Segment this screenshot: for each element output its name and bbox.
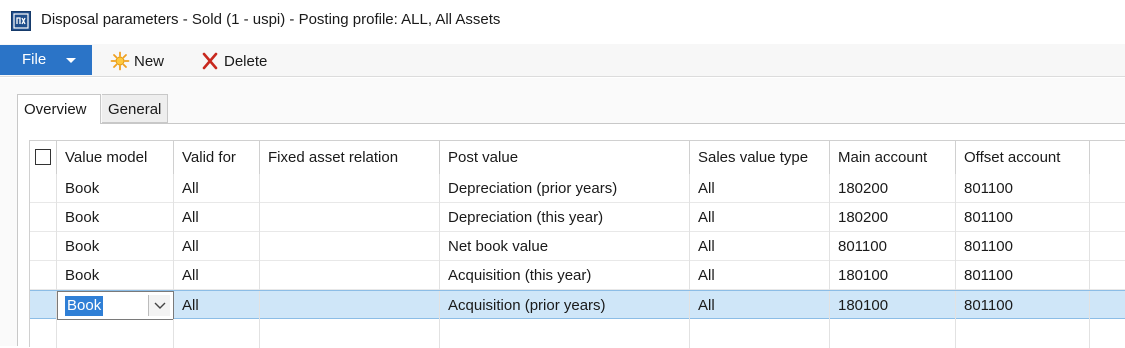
empty-cell xyxy=(690,319,830,348)
cell-main-account[interactable]: 180100 xyxy=(830,261,956,290)
cell-main-account[interactable]: 180200 xyxy=(830,203,956,232)
cell-value-model[interactable]: Book xyxy=(57,174,174,203)
row-selector[interactable] xyxy=(30,174,57,203)
select-all-checkbox[interactable] xyxy=(35,149,51,165)
cell-post-value[interactable]: Acquisition (prior years) xyxy=(440,291,690,320)
cell-valid-for[interactable]: All xyxy=(174,261,260,290)
file-menu-button[interactable]: File xyxy=(0,45,92,75)
chevron-down-icon[interactable] xyxy=(148,295,170,316)
row-selector[interactable] xyxy=(30,291,57,320)
empty-cell xyxy=(440,319,690,348)
cell-value-model[interactable]: Book xyxy=(57,203,174,232)
cell-value-model[interactable]: Book xyxy=(57,261,174,290)
table-row-selected[interactable]: Book All Acquisition (prior years) All 1… xyxy=(30,290,1125,320)
title-bar: Disposal parameters - Sold (1 - uspi) - … xyxy=(0,0,1125,44)
new-sun-icon xyxy=(110,51,130,71)
cell-fixed-asset-relation[interactable] xyxy=(260,203,440,232)
cell-fixed-asset-relation[interactable] xyxy=(260,291,440,320)
new-button-label: New xyxy=(134,52,165,70)
row-selector xyxy=(30,319,57,348)
file-menu-label: File xyxy=(22,51,47,68)
cell-post-value[interactable]: Net book value xyxy=(440,232,690,261)
cell-fixed-asset-relation[interactable] xyxy=(260,174,440,203)
table-row[interactable]: Book All Depreciation (this year) All 18… xyxy=(30,203,1125,232)
overview-panel: Value model Valid for Fixed asset relati… xyxy=(17,123,1125,348)
value-model-select[interactable]: Book xyxy=(57,291,174,320)
column-header-main-account[interactable]: Main account xyxy=(830,141,956,174)
row-selector[interactable] xyxy=(30,261,57,290)
cell-sales-value-type[interactable]: All xyxy=(690,291,830,320)
empty-cell xyxy=(174,319,260,348)
cell-fixed-asset-relation[interactable] xyxy=(260,261,440,290)
row-selector[interactable] xyxy=(30,203,57,232)
cell-sales-value-type[interactable]: All xyxy=(690,203,830,232)
empty-cell xyxy=(260,319,440,348)
disposal-parameters-grid: Value model Valid for Fixed asset relati… xyxy=(29,140,1125,348)
table-row[interactable]: Book All Net book value All 801100 80110… xyxy=(30,232,1125,261)
cell-main-account[interactable]: 801100 xyxy=(830,232,956,261)
new-button[interactable]: New xyxy=(110,49,164,73)
cell-sales-value-type[interactable]: All xyxy=(690,174,830,203)
empty-cell xyxy=(57,319,174,348)
window-title: Disposal parameters - Sold (1 - uspi) - … xyxy=(41,11,501,28)
cell-valid-for[interactable]: All xyxy=(174,174,260,203)
caret-down-icon xyxy=(66,58,76,63)
cell-offset-account[interactable]: 801100 xyxy=(956,261,1090,290)
empty-cell xyxy=(956,319,1090,348)
column-header-fixed-asset-relation[interactable]: Fixed asset relation xyxy=(260,141,440,174)
column-header-offset-account[interactable]: Offset account xyxy=(956,141,1090,174)
cell-valid-for[interactable]: All xyxy=(174,203,260,232)
row-selector[interactable] xyxy=(30,232,57,261)
cell-fixed-asset-relation[interactable] xyxy=(260,232,440,261)
cell-valid-for[interactable]: All xyxy=(174,232,260,261)
cell-offset-account[interactable]: 801100 xyxy=(956,174,1090,203)
cell-main-account[interactable]: 180100 xyxy=(830,291,956,320)
select-all-cell xyxy=(30,141,57,174)
cell-valid-for[interactable]: All xyxy=(174,291,260,320)
delete-button[interactable]: Delete xyxy=(200,49,267,73)
column-header-value-model[interactable]: Value model xyxy=(57,141,174,174)
column-header-post-value[interactable]: Post value xyxy=(440,141,690,174)
tab-overview[interactable]: Overview xyxy=(17,94,101,124)
column-header-sales-value-type[interactable]: Sales value type xyxy=(690,141,830,174)
cell-main-account[interactable]: 180200 xyxy=(830,174,956,203)
column-header-filler xyxy=(1090,141,1125,174)
cell-sales-value-type[interactable]: All xyxy=(690,232,830,261)
value-model-select-value: Book xyxy=(65,296,104,316)
cell-sales-value-type[interactable]: All xyxy=(690,261,830,290)
cell-post-value[interactable]: Depreciation (this year) xyxy=(440,203,690,232)
delete-x-icon xyxy=(200,51,220,71)
empty-cell xyxy=(830,319,956,348)
cell-offset-account[interactable]: 801100 xyxy=(956,291,1090,320)
cell-offset-account[interactable]: 801100 xyxy=(956,232,1090,261)
dynamics-ax-icon xyxy=(11,11,31,31)
grid-header: Value model Valid for Fixed asset relati… xyxy=(30,141,1125,174)
cell-post-value[interactable]: Depreciation (prior years) xyxy=(440,174,690,203)
tab-general[interactable]: General xyxy=(102,94,168,123)
form-body: Overview General Value model Valid for F… xyxy=(0,78,1125,348)
table-row[interactable]: Book All Depreciation (prior years) All … xyxy=(30,174,1125,203)
cell-value-model[interactable]: Book xyxy=(57,232,174,261)
cell-post-value[interactable]: Acquisition (this year) xyxy=(440,261,690,290)
table-row[interactable]: Book All Acquisition (this year) All 180… xyxy=(30,261,1125,290)
cell-offset-account[interactable]: 801100 xyxy=(956,203,1090,232)
column-header-valid-for[interactable]: Valid for xyxy=(174,141,260,174)
delete-button-label: Delete xyxy=(224,52,268,70)
empty-row xyxy=(30,319,1125,348)
action-pane: File New Delete xyxy=(0,44,1125,77)
